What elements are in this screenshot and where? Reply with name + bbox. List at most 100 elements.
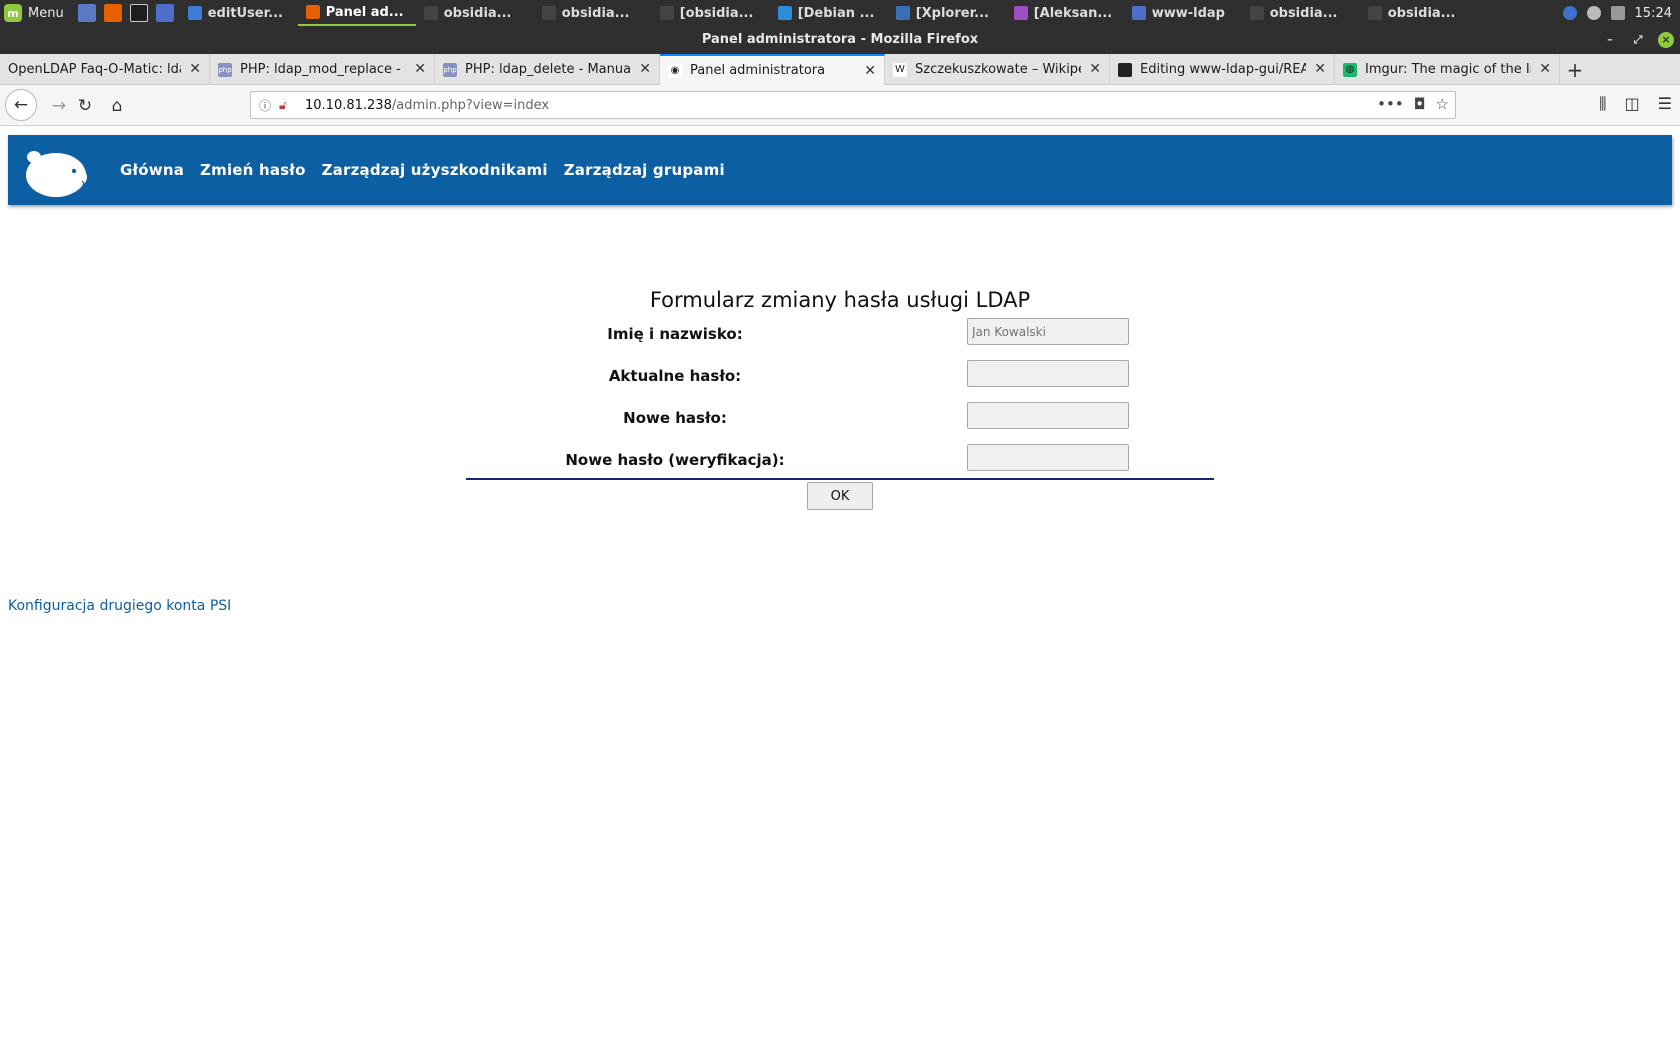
- app-icon: [305, 5, 320, 19]
- tab-favicon-icon: ◉: [668, 63, 682, 78]
- taskbar-task-label: [Aleksan...: [1033, 5, 1113, 21]
- taskbar-task[interactable]: obsidia...: [534, 0, 652, 26]
- form-actions: OK: [466, 482, 1214, 516]
- taskbar-task[interactable]: obsidia...: [416, 0, 534, 26]
- window-controls: – ⤢ ×: [1602, 26, 1674, 54]
- network-icon[interactable]: [1610, 6, 1625, 20]
- bookmark-star-icon[interactable]: ☆: [1436, 95, 1449, 113]
- window-titlebar: Panel administratora - Mozilla Firefox –…: [0, 26, 1680, 54]
- tab-label: Imgur: The magic of the Internet: [1365, 62, 1531, 77]
- app-icon: [895, 6, 910, 20]
- taskbar-task[interactable]: [Xplorer...: [888, 0, 1006, 26]
- tab-close-icon[interactable]: ✕: [1314, 61, 1326, 77]
- app-icon: [1249, 6, 1264, 20]
- app-icon: [423, 6, 438, 20]
- tab-0[interactable]: OpenLDAP Faq-O-Matic: ldap_add ✕: [0, 54, 210, 85]
- site-header: Główna Zmień hasło Zarządzaj użyszkodnik…: [8, 135, 1672, 205]
- taskbar-task[interactable]: editUser...: [180, 0, 298, 26]
- terminal-icon[interactable]: [129, 4, 148, 22]
- tab-label: PHP: ldap_delete - Manual: [465, 62, 631, 77]
- tab-3[interactable]: ◉ Panel administratora ✕: [660, 54, 885, 85]
- taskbar-task-label: editUser...: [207, 5, 283, 21]
- app-icon: [1367, 6, 1382, 20]
- tab-favicon-icon: ●: [1118, 62, 1132, 77]
- nav-home-link[interactable]: Główna: [120, 161, 184, 179]
- task-list: editUser... Panel ad... obsidia... obsidia.…: [180, 0, 1478, 26]
- taskbar-task[interactable]: www-ldap: [1124, 0, 1242, 26]
- tab-close-icon[interactable]: ✕: [189, 61, 201, 77]
- nav-change-password-link[interactable]: Zmień hasło: [200, 161, 306, 179]
- taskbar-task[interactable]: [Debian ...: [770, 0, 888, 26]
- firefox-icon[interactable]: [103, 4, 122, 22]
- taskbar-task[interactable]: obsidia...: [1242, 0, 1360, 26]
- url-path: /admin.php?view=index: [391, 97, 550, 113]
- taskbar-task-label: www-ldap: [1151, 5, 1225, 21]
- fullname-label: Imię i nazwisko:: [607, 325, 743, 343]
- url-actions: ••• ◘ ☆: [1377, 95, 1449, 113]
- tab-5[interactable]: ● Editing www-ldap-gui/README ✕: [1110, 54, 1335, 85]
- start-menu-button[interactable]: m Menu: [0, 0, 72, 26]
- insecure-lock-icon[interactable]: 🔓︎: [279, 98, 297, 113]
- verify-password-label: Nowe hasło (weryfikacja):: [565, 451, 785, 469]
- tab-close-icon[interactable]: ✕: [1539, 61, 1551, 77]
- new-password-input[interactable]: [967, 402, 1129, 429]
- toolbar-right: ⫼ ◫ ☰: [1599, 94, 1672, 114]
- pocket-icon[interactable]: ◘: [1414, 95, 1426, 113]
- fullname-input[interactable]: [967, 318, 1129, 345]
- verify-password-input[interactable]: [967, 444, 1129, 471]
- tab-close-icon[interactable]: ✕: [864, 63, 876, 79]
- home-button[interactable]: ⌂: [104, 93, 130, 119]
- ok-button[interactable]: OK: [807, 482, 873, 510]
- tab-close-icon[interactable]: ✕: [414, 61, 426, 77]
- taskbar-task[interactable]: Panel ad...: [297, 0, 416, 26]
- restore-icon[interactable]: ⤢: [1630, 32, 1646, 48]
- info-icon[interactable]: ⓘ: [259, 97, 279, 114]
- taskbar-task-label: obsidia...: [1269, 5, 1338, 21]
- page-actions-icon[interactable]: •••: [1377, 95, 1404, 113]
- tab-close-icon[interactable]: ✕: [639, 61, 651, 77]
- guinea-pig-logo-icon[interactable]: [20, 143, 88, 199]
- nav-manage-users-link[interactable]: Zarządzaj użyszkodnikami: [322, 161, 548, 179]
- taskbar-task[interactable]: [obsidia...: [652, 0, 770, 26]
- sidebar-icon[interactable]: ◫: [1625, 94, 1640, 114]
- tab-favicon-icon: php: [218, 62, 232, 77]
- taskbar-task-label: obsidia...: [561, 5, 630, 21]
- form-title: Formularz zmiany hasła usługi LDAP: [649, 288, 1031, 312]
- taskbar-task-label: [obsidia...: [679, 5, 754, 21]
- tab-favicon-icon: W: [893, 62, 907, 77]
- taskbar-task-label: obsidia...: [1387, 5, 1456, 21]
- new-password-label: Nowe hasło:: [623, 409, 727, 427]
- app-icon: [187, 6, 202, 20]
- back-button[interactable]: ←: [5, 89, 37, 121]
- desktop-icon[interactable]: [77, 4, 96, 22]
- form-row-verify-password: Nowe hasło (weryfikacja):: [466, 440, 1214, 482]
- secondary-account-config-link[interactable]: Konfiguracja drugiego konta PSI: [8, 598, 231, 614]
- taskbar-task[interactable]: [Aleksan...: [1006, 0, 1124, 26]
- app-icon: [659, 6, 674, 20]
- nav-manage-groups-link[interactable]: Zarządzaj grupami: [564, 161, 725, 179]
- library-icon[interactable]: ⫼: [1599, 94, 1606, 114]
- hamburger-menu-icon[interactable]: ☰: [1658, 94, 1672, 114]
- tab-6[interactable]: ◍ Imgur: The magic of the Internet ✕: [1335, 54, 1560, 85]
- tab-4[interactable]: W Szczekuszkowate – Wikipedia ✕: [885, 54, 1110, 85]
- minimize-icon[interactable]: –: [1602, 32, 1618, 48]
- tab-label: Szczekuszkowate – Wikipedia: [915, 62, 1081, 77]
- current-password-input[interactable]: [967, 360, 1129, 387]
- tab-1[interactable]: php PHP: ldap_mod_replace - Manual ✕: [210, 54, 435, 85]
- password-change-form: Formularz zmiany hasła usługi LDAP Imię …: [466, 286, 1214, 516]
- user-icon[interactable]: [1586, 6, 1601, 20]
- folder-icon[interactable]: [155, 4, 174, 22]
- forward-button[interactable]: →: [46, 93, 72, 119]
- tab-list: OpenLDAP Faq-O-Matic: ldap_add ✕ php PHP: l…: [0, 54, 1560, 85]
- clock[interactable]: 15:24: [1635, 6, 1672, 21]
- shield-icon[interactable]: [1562, 6, 1577, 20]
- system-tray: 15:24: [1562, 0, 1680, 26]
- reload-button[interactable]: ↻: [72, 93, 98, 119]
- linux-mint-icon: m: [4, 4, 22, 22]
- taskbar-task[interactable]: obsidia...: [1360, 0, 1478, 26]
- address-bar[interactable]: ⓘ 🔓︎ 10.10.81.238/admin.php?view=index •…: [250, 91, 1456, 119]
- tab-2[interactable]: php PHP: ldap_delete - Manual ✕: [435, 54, 660, 85]
- tab-close-icon[interactable]: ✕: [1089, 61, 1101, 77]
- new-tab-button[interactable]: +: [1560, 54, 1590, 85]
- close-window-icon[interactable]: ×: [1658, 32, 1674, 48]
